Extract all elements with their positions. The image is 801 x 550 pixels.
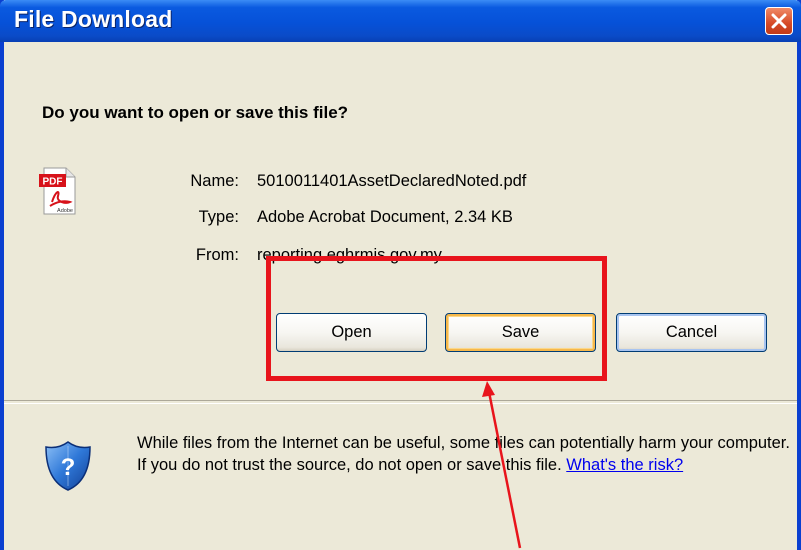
window-title: File Download (14, 6, 173, 32)
whats-the-risk-link[interactable]: What's the risk? (566, 456, 683, 474)
from-value: reporting.eghrmis.gov.my (257, 246, 442, 264)
type-value: Adobe Acrobat Document, 2.34 KB (257, 208, 513, 226)
pdf-icon: PDF Adobe (39, 167, 76, 215)
cancel-button[interactable]: Cancel (616, 313, 767, 352)
separator (4, 400, 797, 404)
pdf-badge-text: PDF (43, 177, 63, 188)
close-button[interactable] (765, 7, 793, 35)
save-button[interactable]: Save (445, 313, 596, 352)
shield-icon: ? (45, 441, 91, 491)
type-label: Type: (198, 208, 239, 226)
name-value: 5010011401AssetDeclaredNoted.pdf (257, 172, 527, 190)
pdf-brand-text: Adobe (57, 208, 73, 214)
name-label: Name: (190, 172, 239, 190)
close-icon (771, 13, 787, 29)
dialog-heading: Do you want to open or save this file? (42, 103, 349, 122)
warning-text: While files from the Internet can be use… (137, 434, 790, 474)
open-button[interactable]: Open (276, 313, 427, 352)
file-download-dialog: File Download Do you want to open or sav… (0, 0, 801, 550)
svg-text:?: ? (61, 454, 76, 481)
title-bar[interactable]: File Download (0, 0, 801, 42)
security-warning: While files from the Internet can be use… (137, 432, 792, 476)
from-label: From: (195, 246, 239, 264)
